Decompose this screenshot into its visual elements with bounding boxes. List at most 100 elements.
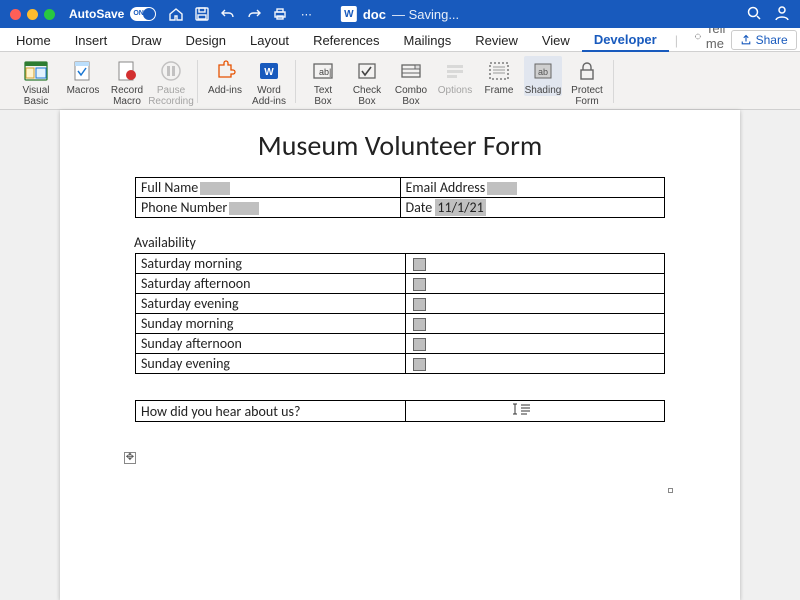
frame-button[interactable]: Frame [480,56,518,96]
availability-label: Saturday afternoon [136,274,406,294]
checkbox-form-field[interactable] [413,358,426,371]
maximize-window-button[interactable] [44,9,55,20]
text-box-button[interactable]: ab| Text Box [304,56,342,107]
tab-view[interactable]: View [530,29,582,51]
options-icon [441,58,469,84]
qat-more-icon[interactable]: ⋯ [298,6,314,22]
visual-basic-button[interactable]: Visual Basic [14,56,58,107]
checkbox-form-field[interactable] [413,298,426,311]
checkbox-form-field[interactable] [413,318,426,331]
visual-basic-icon [22,58,50,84]
pause-recording-button: Pause Recording [152,56,190,107]
close-window-button[interactable] [10,9,21,20]
hear-label: How did you hear about us? [136,401,406,422]
checkbox-form-field[interactable] [413,278,426,291]
search-icon[interactable] [746,5,762,24]
document-area[interactable]: Museum Volunteer Form Full Name Email Ad… [0,110,800,600]
text-form-field[interactable] [487,182,517,195]
titlebar-right [746,5,790,24]
table-row: Saturday afternoon [136,274,665,294]
availability-label: Saturday evening [136,294,406,314]
ribbon: Visual Basic Macros Record Macro Pause R… [0,52,800,110]
macros-button[interactable]: Macros [64,56,102,96]
frame-icon [485,58,513,84]
field-label: Email Address [406,179,486,196]
svg-text:ab|: ab| [319,67,331,77]
home-icon[interactable] [168,6,184,22]
tab-layout[interactable]: Layout [238,29,301,51]
word-addins-button[interactable]: W Word Add-ins [250,56,288,107]
check-box-button[interactable]: Check Box [348,56,386,107]
svg-text:ab: ab [538,67,548,77]
autosave-label: AutoSave [69,7,124,21]
word-app-icon: W [341,6,357,22]
doc-name: doc [363,7,386,22]
redo-icon[interactable] [246,6,262,22]
lock-icon [573,58,601,84]
pause-recording-icon [157,58,185,84]
protect-form-button[interactable]: Protect Form [568,56,606,107]
document-title: W doc — Saving... [341,6,459,22]
table-row: Sunday afternoon [136,334,665,354]
table-row: Full Name Email Address [136,178,665,198]
availability-label: Sunday evening [136,354,406,374]
table-row: Saturday morning [136,254,665,274]
doc-status: — Saving... [392,7,459,22]
titlebar: AutoSave ON ⋯ W doc — Saving... [0,0,800,28]
availability-label: Saturday morning [136,254,406,274]
table-move-handle[interactable]: ✥ [124,452,136,464]
record-macro-icon [113,58,141,84]
hear-about-table: How did you hear about us? [135,400,665,422]
availability-label: Sunday morning [136,314,406,334]
check-box-icon [353,58,381,84]
record-macro-button[interactable]: Record Macro [108,56,146,107]
text-form-field[interactable] [229,202,259,215]
addins-button[interactable]: Add-ins [206,56,244,96]
tab-insert[interactable]: Insert [63,29,120,51]
tab-home[interactable]: Home [4,29,63,51]
table-row: Sunday morning [136,314,665,334]
text-box-icon: ab| [309,58,337,84]
checkbox-form-field[interactable] [413,338,426,351]
combo-box-field-icon [511,402,533,420]
tab-draw[interactable]: Draw [119,29,173,51]
share-button[interactable]: Share [731,30,797,50]
table-row: How did you hear about us? [136,401,665,422]
tab-review[interactable]: Review [463,29,530,51]
availability-heading: Availability [134,234,690,251]
table-row: Saturday evening [136,294,665,314]
word-addins-icon: W [255,58,283,84]
combo-box-cell[interactable] [406,401,665,422]
page[interactable]: Museum Volunteer Form Full Name Email Ad… [60,110,740,600]
field-label: Phone Number [141,199,227,216]
svg-text:W: W [264,67,274,78]
availability-label: Sunday afternoon [136,334,406,354]
shading-icon: ab [529,58,557,84]
tab-references[interactable]: References [301,29,391,51]
save-icon[interactable] [194,6,210,22]
macros-icon [69,58,97,84]
addins-icon [211,58,239,84]
table-row: Sunday evening [136,354,665,374]
contact-table: Full Name Email Address Phone Number Dat… [135,177,665,218]
checkbox-form-field[interactable] [413,258,426,271]
window-controls [10,9,55,20]
combo-box-button[interactable]: Combo Box [392,56,430,107]
minimize-window-button[interactable] [27,9,38,20]
combo-box-icon [397,58,425,84]
quick-access-toolbar: ⋯ [168,6,314,22]
autosave-toggle[interactable]: AutoSave ON [69,7,156,21]
text-form-field[interactable] [200,182,230,195]
tab-design[interactable]: Design [174,29,238,51]
undo-icon[interactable] [220,6,236,22]
tab-developer[interactable]: Developer [582,28,669,52]
table-resize-handle[interactable] [668,488,673,493]
date-form-field[interactable]: 11/1/21 [435,199,485,216]
account-icon[interactable] [774,5,790,24]
options-button: Options [436,56,474,96]
tab-mailings[interactable]: Mailings [392,29,464,51]
field-label: Full Name [141,179,198,196]
shading-button[interactable]: ab Shading [524,56,562,96]
print-icon[interactable] [272,6,288,22]
autosave-switch[interactable]: ON [130,7,156,21]
